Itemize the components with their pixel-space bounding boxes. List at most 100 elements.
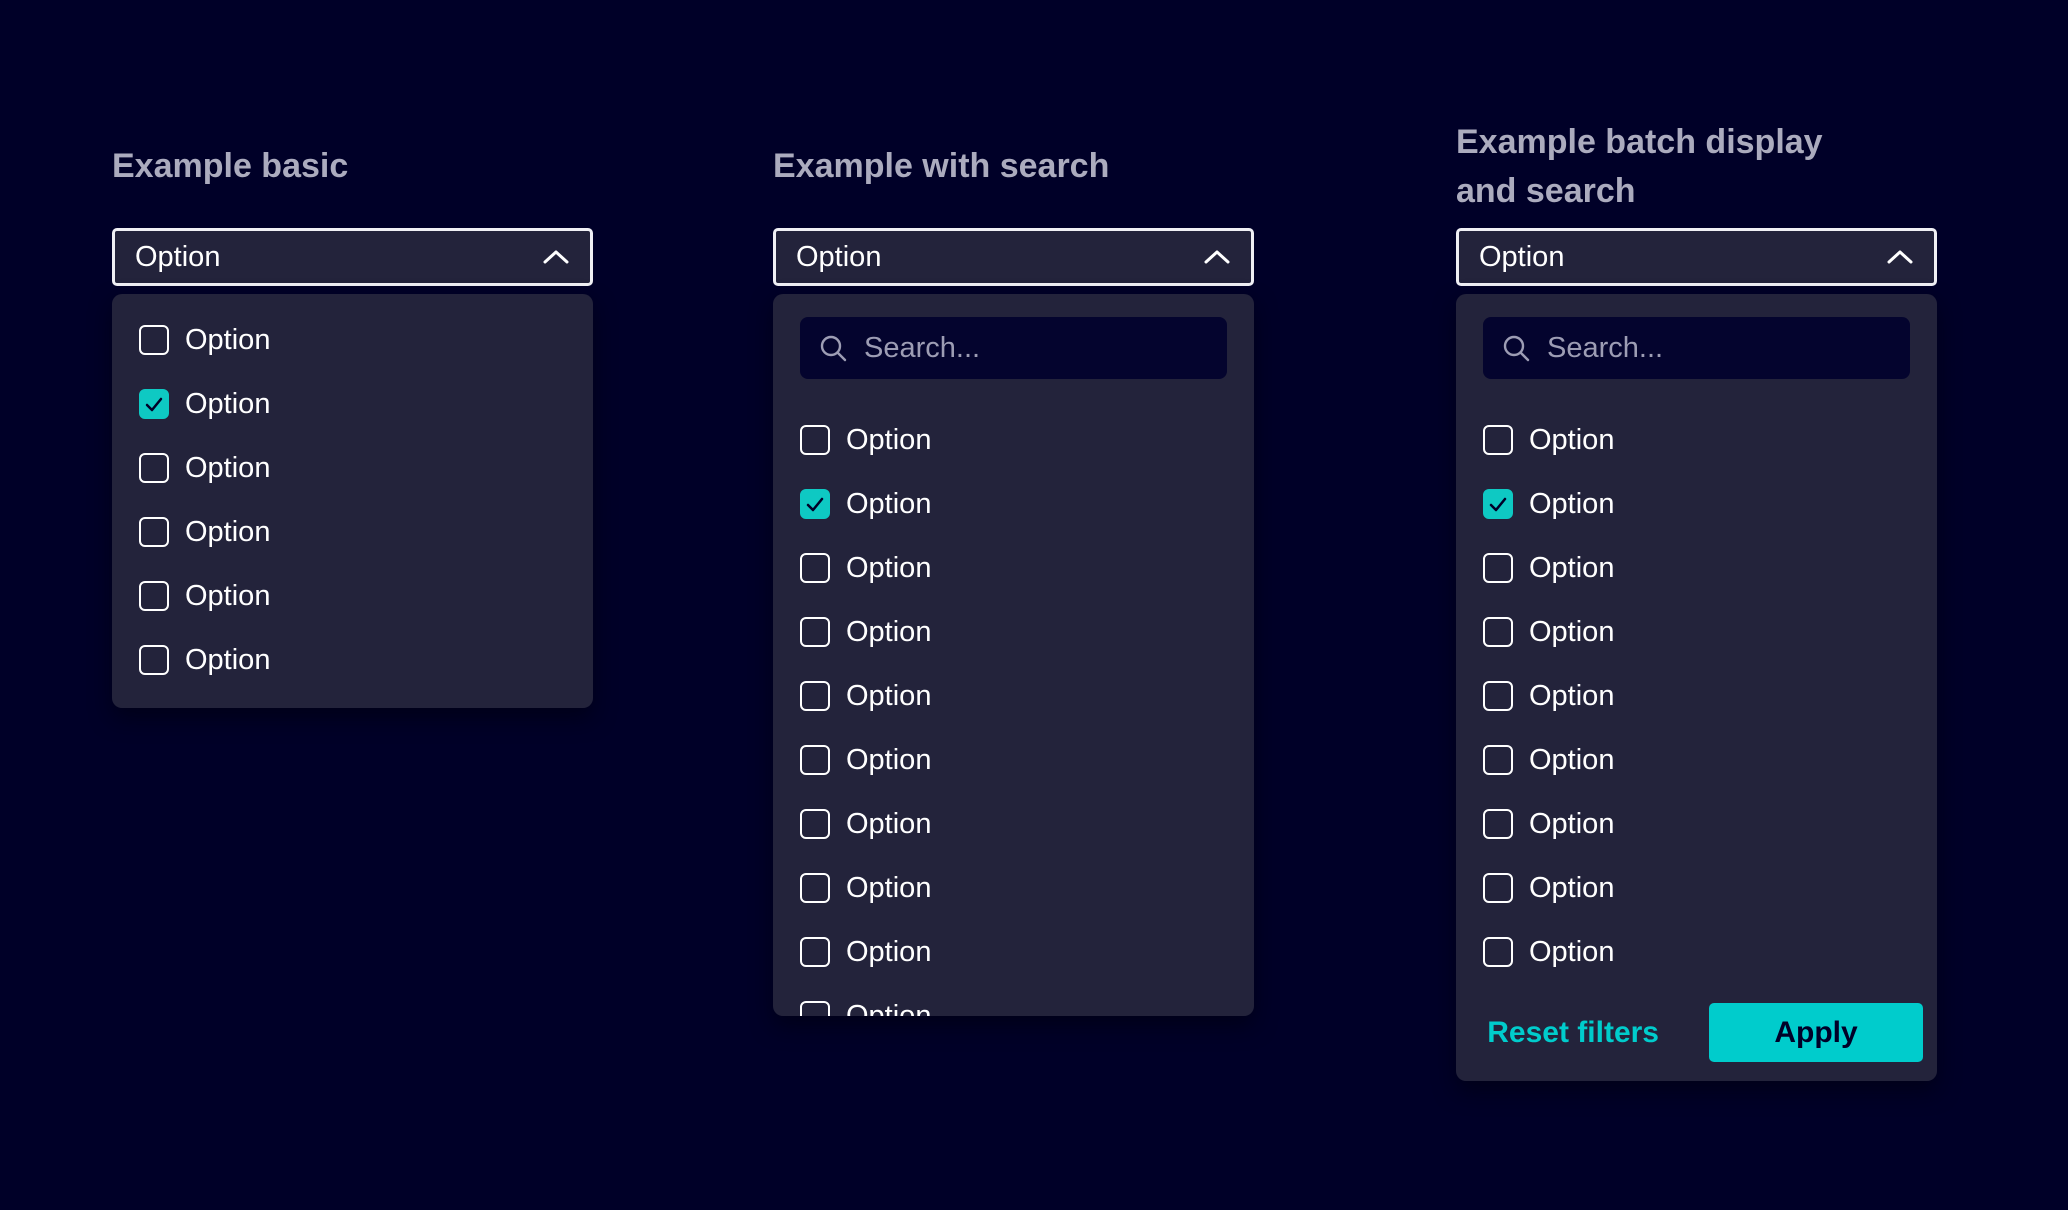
option-row[interactable]: Option xyxy=(773,728,1254,792)
option-checkbox[interactable] xyxy=(1483,489,1513,519)
option-label: Option xyxy=(1529,744,1614,777)
option-checkbox[interactable] xyxy=(800,873,830,903)
check-icon xyxy=(805,497,825,512)
option-row[interactable]: Option xyxy=(773,984,1254,1016)
dropdown-panel: Option Option xyxy=(773,294,1254,1016)
option-checkbox[interactable] xyxy=(800,489,830,519)
search-icon xyxy=(818,333,848,363)
option-row[interactable]: Option xyxy=(773,856,1254,920)
option-row[interactable]: Option xyxy=(112,372,593,436)
option-row[interactable]: Option xyxy=(112,436,593,500)
dropdown-trigger[interactable]: Option xyxy=(1456,228,1937,286)
option-label: Option xyxy=(846,552,931,585)
options-list: Option Option xyxy=(112,308,593,692)
option-row[interactable]: Option xyxy=(773,920,1254,984)
option-row[interactable]: Option xyxy=(1456,600,1937,664)
section-title: Example with search xyxy=(773,142,1109,191)
option-label: Option xyxy=(1529,808,1614,841)
option-label: Option xyxy=(1529,680,1614,713)
option-checkbox[interactable] xyxy=(1483,937,1513,967)
option-label: Option xyxy=(1529,552,1614,585)
option-checkbox[interactable] xyxy=(139,581,169,611)
option-checkbox[interactable] xyxy=(800,937,830,967)
option-label: Option xyxy=(846,680,931,713)
option-label: Option xyxy=(846,936,931,969)
option-checkbox[interactable] xyxy=(800,553,830,583)
section-title: Example basic xyxy=(112,142,348,191)
option-checkbox[interactable] xyxy=(139,645,169,675)
option-checkbox[interactable] xyxy=(800,681,830,711)
dropdown-trigger-label: Option xyxy=(135,241,220,274)
check-icon xyxy=(144,397,164,412)
option-checkbox[interactable] xyxy=(139,389,169,419)
option-row[interactable]: Option xyxy=(773,600,1254,664)
option-row[interactable]: Option xyxy=(1456,664,1937,728)
option-label: Option xyxy=(846,872,931,905)
option-label: Option xyxy=(185,324,270,357)
dropdown-trigger-label: Option xyxy=(1479,241,1564,274)
option-checkbox[interactable] xyxy=(139,453,169,483)
option-checkbox[interactable] xyxy=(800,1001,830,1016)
option-row[interactable]: Option xyxy=(773,472,1254,536)
search-icon xyxy=(1501,333,1531,363)
option-row[interactable]: Option xyxy=(1456,536,1937,600)
option-label: Option xyxy=(1529,872,1614,905)
option-label: Option xyxy=(1529,616,1614,649)
option-checkbox[interactable] xyxy=(800,617,830,647)
reset-filters-button[interactable]: Reset filters xyxy=(1487,1016,1659,1050)
option-label: Option xyxy=(846,1000,931,1017)
option-checkbox[interactable] xyxy=(139,517,169,547)
dropdown-panel: Option Option xyxy=(1456,294,1937,1081)
option-row[interactable]: Option xyxy=(112,500,593,564)
option-row[interactable]: Option xyxy=(773,408,1254,472)
chevron-up-icon xyxy=(542,249,570,265)
search-input[interactable] xyxy=(862,331,1209,366)
options-list[interactable]: Option Option xyxy=(773,408,1254,1016)
option-label: Option xyxy=(846,744,931,777)
option-checkbox[interactable] xyxy=(1483,681,1513,711)
option-row[interactable]: Option xyxy=(773,792,1254,856)
option-row[interactable]: Option xyxy=(1456,856,1937,920)
option-label: Option xyxy=(846,488,931,521)
option-row[interactable]: Option xyxy=(112,564,593,628)
check-icon xyxy=(1488,497,1508,512)
dropdown-panel: Option Option xyxy=(112,294,593,708)
option-checkbox[interactable] xyxy=(139,325,169,355)
option-row[interactable]: Option xyxy=(1456,920,1937,984)
dropdown-trigger[interactable]: Option xyxy=(112,228,593,286)
option-row[interactable]: Option xyxy=(1456,792,1937,856)
option-label: Option xyxy=(185,580,270,613)
dropdown-trigger[interactable]: Option xyxy=(773,228,1254,286)
option-row[interactable]: Option xyxy=(773,536,1254,600)
option-label: Option xyxy=(1529,424,1614,457)
section-title: Example batch display and search xyxy=(1456,118,1823,216)
option-checkbox[interactable] xyxy=(1483,425,1513,455)
option-row[interactable]: Option xyxy=(112,308,593,372)
search-input[interactable] xyxy=(1545,331,1892,366)
option-checkbox[interactable] xyxy=(800,425,830,455)
option-checkbox[interactable] xyxy=(1483,873,1513,903)
option-label: Option xyxy=(846,616,931,649)
option-checkbox[interactable] xyxy=(1483,809,1513,839)
apply-button[interactable]: Apply xyxy=(1709,1003,1923,1062)
option-label: Option xyxy=(185,388,270,421)
option-label: Option xyxy=(1529,936,1614,969)
search-field xyxy=(800,317,1227,379)
option-row[interactable]: Option xyxy=(773,664,1254,728)
option-checkbox[interactable] xyxy=(800,745,830,775)
chevron-up-icon xyxy=(1886,249,1914,265)
option-checkbox[interactable] xyxy=(1483,553,1513,583)
option-label: Option xyxy=(185,644,270,677)
option-row[interactable]: Option xyxy=(1456,472,1937,536)
option-label: Option xyxy=(846,808,931,841)
option-label: Option xyxy=(846,424,931,457)
panel-footer: Reset filters Apply xyxy=(1456,1003,1937,1062)
option-label: Option xyxy=(1529,488,1614,521)
option-row[interactable]: Option xyxy=(1456,408,1937,472)
option-checkbox[interactable] xyxy=(1483,617,1513,647)
option-checkbox[interactable] xyxy=(800,809,830,839)
option-label: Option xyxy=(185,452,270,485)
option-row[interactable]: Option xyxy=(1456,728,1937,792)
option-checkbox[interactable] xyxy=(1483,745,1513,775)
option-row[interactable]: Option xyxy=(112,628,593,692)
